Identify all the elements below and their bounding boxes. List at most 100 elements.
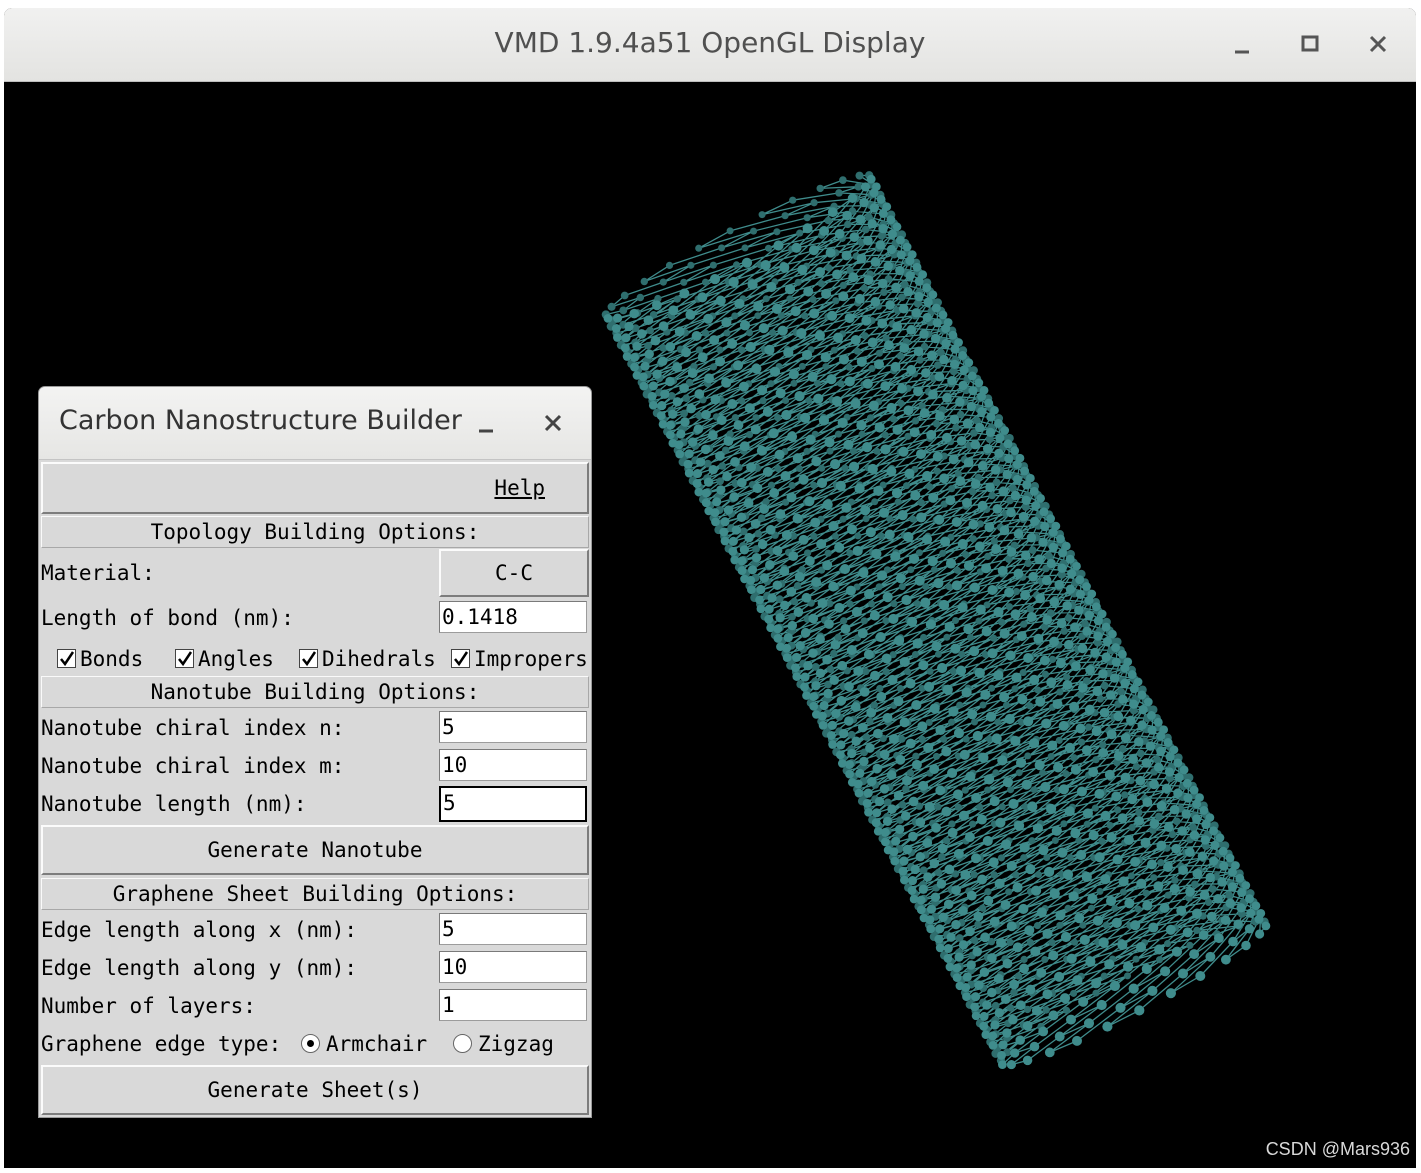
carbon-atom <box>781 212 789 220</box>
carbon-atom <box>893 696 904 707</box>
chiral-m-input[interactable]: 10 <box>439 749 587 781</box>
carbon-atom <box>683 459 693 469</box>
carbon-atom <box>710 508 720 518</box>
carbon-atom <box>1102 1021 1113 1032</box>
carbon-atom <box>629 308 639 319</box>
carbon-atom <box>757 385 768 396</box>
carbon-atom <box>1018 511 1029 522</box>
carbon-atom <box>967 709 978 720</box>
carbon-atom <box>652 300 662 311</box>
carbon-atom <box>1070 764 1081 775</box>
carbon-atom <box>758 211 766 219</box>
carbon-atom <box>971 992 981 1002</box>
carbon-atom <box>860 617 868 625</box>
carbon-atom <box>998 1060 1007 1069</box>
carbon-atom <box>700 444 711 455</box>
zigzag-radio[interactable]: Zigzag <box>453 1028 554 1060</box>
vmd-title-bar[interactable]: VMD 1.9.4a51 OpenGL Display <box>4 8 1416 82</box>
carbon-atom <box>979 1021 989 1031</box>
carbon-atom <box>990 1020 1000 1030</box>
close-icon[interactable] <box>1358 24 1398 64</box>
carbon-atom <box>674 326 685 337</box>
carbon-atom <box>747 565 758 575</box>
carbon-atom <box>1019 963 1029 974</box>
angles-checkbox[interactable]: Angles <box>175 645 274 673</box>
carbon-atom <box>1083 1018 1095 1029</box>
carbon-atom <box>790 306 801 317</box>
carbon-atom <box>800 627 811 638</box>
bonds-checkbox[interactable]: Bonds <box>57 645 143 673</box>
checkbox-icon <box>57 649 76 668</box>
carbon-atom <box>658 321 669 331</box>
dihedrals-checkbox[interactable]: Dihedrals <box>299 645 436 673</box>
layers-input[interactable]: 1 <box>439 989 587 1021</box>
carbon-atom <box>952 973 962 983</box>
carbon-atom <box>805 396 813 404</box>
carbon-atom <box>679 383 689 393</box>
edge-x-input[interactable]: 5 <box>439 913 587 945</box>
carbon-atom <box>741 244 749 252</box>
carbon-atom <box>1015 1000 1026 1011</box>
carbon-atom <box>961 786 969 794</box>
carbon-atom <box>802 349 813 361</box>
carbon-atom <box>913 346 924 357</box>
carbon-atom <box>943 633 951 641</box>
close-icon[interactable] <box>539 409 567 437</box>
carbon-atom <box>1192 814 1202 824</box>
chiral-n-input[interactable]: 5 <box>439 711 587 743</box>
carbon-atom <box>891 282 901 293</box>
carbon-atom <box>970 439 980 450</box>
carbon-atom <box>878 223 888 234</box>
carbon-atom <box>697 292 708 303</box>
carbon-atom <box>621 333 631 343</box>
carbon-atom <box>832 396 843 407</box>
help-button[interactable]: Help <box>41 462 589 514</box>
maximize-icon[interactable] <box>1290 24 1330 64</box>
carbon-atom <box>1153 717 1163 727</box>
carbon-atom <box>916 512 927 523</box>
generate-nanotube-button[interactable]: Generate Nanotube <box>41 825 589 875</box>
carbon-atom <box>947 827 958 838</box>
carbon-atom <box>925 915 935 925</box>
carbon-atom <box>950 643 961 654</box>
carbon-atom <box>944 864 955 875</box>
impropers-checkbox[interactable]: Impropers <box>451 645 588 673</box>
carbon-atom <box>804 556 815 566</box>
carbon-atom <box>1106 832 1117 843</box>
carbon-atom <box>1062 869 1074 880</box>
carbon-atom <box>1034 686 1042 694</box>
carbon-atom <box>868 400 879 411</box>
carbon-atom <box>1181 809 1191 819</box>
carbon-atom <box>1182 927 1193 938</box>
carbon-atom <box>990 465 1001 475</box>
builder-title-bar[interactable]: Carbon Nanostructure Builder <box>39 387 591 460</box>
carbon-atom <box>997 755 1008 766</box>
carbon-atom <box>1159 902 1170 914</box>
carbon-atom <box>765 560 775 570</box>
carbon-atom <box>949 667 957 675</box>
carbon-atom <box>984 774 995 785</box>
carbon-atom <box>711 517 720 527</box>
minimize-icon[interactable] <box>473 409 501 437</box>
carbon-atom <box>686 403 696 414</box>
carbon-atom <box>798 362 806 370</box>
edge-y-input[interactable]: 10 <box>439 951 587 983</box>
tube-length-input[interactable]: 5 <box>439 786 587 822</box>
carbon-atom <box>837 660 848 671</box>
carbon-atom <box>988 1031 998 1041</box>
carbon-atom <box>1028 546 1037 554</box>
carbon-atom <box>1082 582 1091 591</box>
carbon-atom <box>839 564 851 575</box>
carbon-atom <box>1156 840 1167 851</box>
bond-length-input[interactable]: 0.1418 <box>439 601 587 633</box>
carbon-atom <box>777 325 788 336</box>
minimize-icon[interactable] <box>1222 24 1262 64</box>
carbon-atom <box>941 746 952 757</box>
carbon-atom <box>947 718 956 726</box>
carbon-atom <box>1136 878 1147 889</box>
carbon-atom <box>1014 972 1023 980</box>
generate-sheet-button[interactable]: Generate Sheet(s) <box>41 1065 589 1115</box>
material-button[interactable]: C-C <box>439 549 589 597</box>
carbon-atom <box>750 519 761 529</box>
armchair-radio[interactable]: Armchair <box>301 1028 427 1060</box>
